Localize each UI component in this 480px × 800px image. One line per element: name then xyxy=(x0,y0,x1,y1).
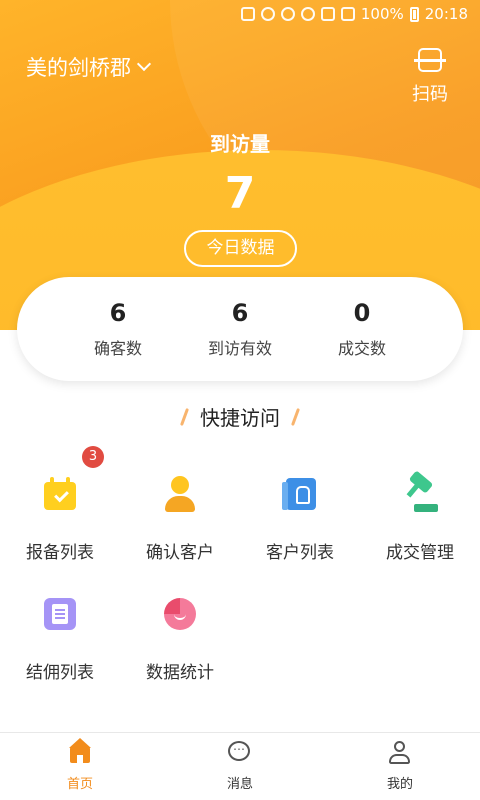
stat-value: 6 xyxy=(109,299,127,327)
signal-icon xyxy=(320,7,335,21)
quick-item-report-list[interactable]: 3 报备列表 xyxy=(0,446,120,563)
visits-title: 到访量 xyxy=(210,132,270,156)
stat-valid-visits[interactable]: 6 到访有效 xyxy=(185,299,295,359)
quick-item-label: 确认客户 xyxy=(146,543,214,563)
stat-value: 0 xyxy=(353,299,371,327)
today-data-button[interactable]: 今日数据 xyxy=(184,230,297,267)
quick-item-label: 报备列表 xyxy=(26,543,94,563)
project-selector[interactable]: 美的剑桥郡 xyxy=(26,52,152,82)
profile-icon xyxy=(388,741,412,765)
tab-profile[interactable]: 我的 xyxy=(360,741,440,792)
signal-icon xyxy=(340,7,355,21)
gavel-icon xyxy=(400,470,440,514)
pie-chart-icon xyxy=(160,594,200,634)
quick-item-label: 数据统计 xyxy=(146,663,214,683)
sim-icon xyxy=(240,7,255,21)
calendar-check-icon xyxy=(40,474,80,514)
project-name: 美的剑桥郡 xyxy=(26,56,131,80)
chevron-down-icon xyxy=(136,56,152,72)
notification-badge: 3 xyxy=(82,446,104,468)
quick-item-commission-list[interactable]: 结佣列表 xyxy=(0,582,120,683)
home-icon xyxy=(68,738,92,765)
quick-item-confirm-client[interactable]: 确认客户 xyxy=(120,462,240,563)
battery-percent: 100% xyxy=(360,5,404,23)
stat-label: 成交数 xyxy=(337,339,386,358)
document-icon xyxy=(40,594,80,634)
stat-deals[interactable]: 0 成交数 xyxy=(307,299,417,359)
decoration-slash-icon xyxy=(180,407,189,426)
scan-label: 扫码 xyxy=(412,84,448,105)
chat-icon xyxy=(228,739,252,765)
quick-item-label: 成交管理 xyxy=(386,543,454,563)
tab-label: 首页 xyxy=(66,777,93,792)
stat-value: 6 xyxy=(231,299,249,327)
quick-item-label: 客户列表 xyxy=(266,543,334,563)
contact-book-icon xyxy=(280,474,320,514)
visits-value: 7 xyxy=(224,168,256,219)
scan-icon xyxy=(414,48,446,72)
stat-label: 到访有效 xyxy=(207,339,272,358)
decoration-slash-icon xyxy=(291,407,300,426)
wifi-icon xyxy=(300,7,315,21)
tab-messages[interactable]: 消息 xyxy=(200,739,280,792)
quick-item-client-list[interactable]: 客户列表 xyxy=(240,462,360,563)
tab-home[interactable]: 首页 xyxy=(40,738,120,792)
stat-label: 确客数 xyxy=(93,339,142,358)
stat-confirmed-clients[interactable]: 6 确客数 xyxy=(63,299,173,359)
battery-icon xyxy=(409,6,419,22)
quick-access-title: 快捷访问 xyxy=(200,406,280,430)
quick-item-deal-management[interactable]: 成交管理 xyxy=(360,462,480,563)
quick-item-label: 结佣列表 xyxy=(26,663,94,683)
quick-item-statistics[interactable]: 数据统计 xyxy=(120,582,240,683)
status-bar: 100% 20:18 xyxy=(0,0,480,28)
stats-card: 6 确客数 6 到访有效 0 成交数 xyxy=(17,277,463,381)
mute-icon xyxy=(260,7,275,21)
bottom-tab-bar: 首页 消息 我的 xyxy=(0,732,480,800)
quick-access-heading: 快捷访问 xyxy=(0,402,480,431)
scan-button[interactable]: 扫码 xyxy=(408,48,452,106)
tab-label: 消息 xyxy=(226,777,253,792)
person-icon xyxy=(160,474,200,514)
alarm-icon xyxy=(280,7,295,21)
tab-label: 我的 xyxy=(386,777,413,792)
clock: 20:18 xyxy=(424,5,468,23)
